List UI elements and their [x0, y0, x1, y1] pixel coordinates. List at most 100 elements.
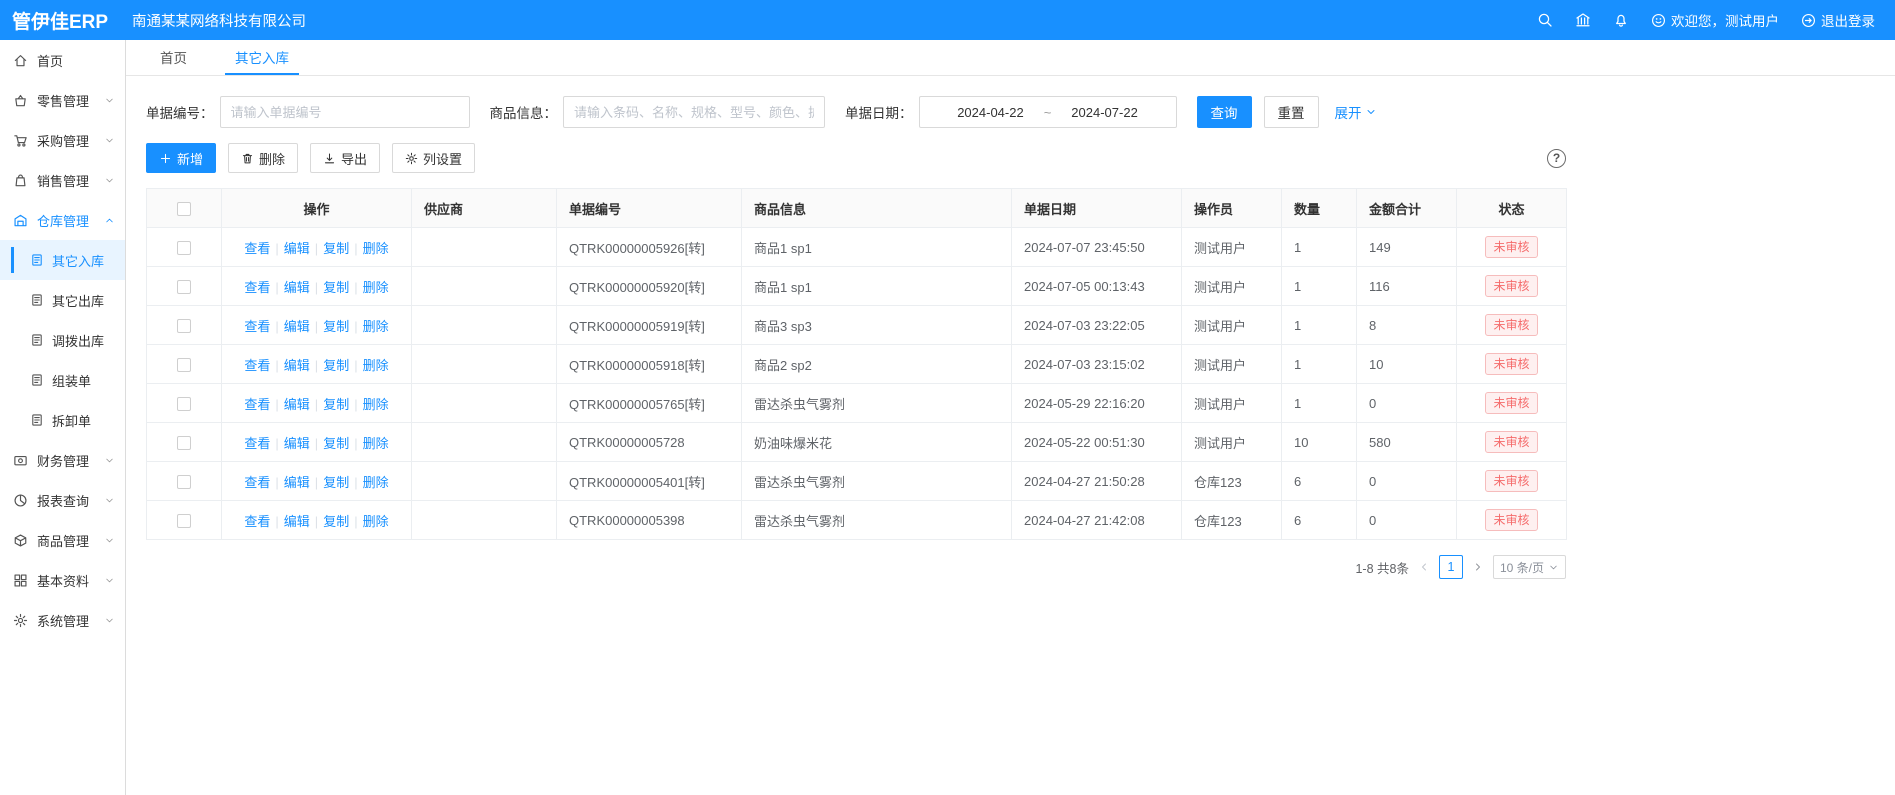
row-checkbox[interactable]: [177, 280, 191, 294]
sidebar-subitem-2[interactable]: 调拨出库: [0, 320, 125, 360]
tab-0[interactable]: 首页: [150, 40, 197, 75]
cell-qty: 6: [1282, 501, 1357, 540]
next-page-button[interactable]: [1472, 561, 1484, 573]
cell-qty: 1: [1282, 306, 1357, 345]
help-icon[interactable]: ?: [1547, 149, 1566, 168]
action-edit-link[interactable]: 编辑: [284, 475, 310, 490]
action-copy-link[interactable]: 复制: [323, 280, 349, 295]
action-copy-link[interactable]: 复制: [323, 514, 349, 529]
logout-button[interactable]: 退出登录: [1801, 10, 1875, 30]
sidebar-item-retail[interactable]: 零售管理: [0, 80, 125, 120]
chevron-down-icon: [104, 575, 115, 586]
doc-icon: [30, 413, 44, 427]
cell-amount: 149: [1357, 228, 1457, 267]
row-checkbox[interactable]: [177, 514, 191, 528]
export-button[interactable]: 导出: [310, 143, 380, 173]
action-copy-link[interactable]: 复制: [323, 436, 349, 451]
prev-page-button[interactable]: [1418, 561, 1430, 573]
action-view-link[interactable]: 查看: [244, 436, 270, 451]
row-checkbox[interactable]: [177, 397, 191, 411]
action-copy-link[interactable]: 复制: [323, 319, 349, 334]
doc-no-input[interactable]: [220, 96, 470, 128]
reset-button[interactable]: 重置: [1264, 96, 1319, 128]
page-size-value: 10 条/页: [1500, 559, 1544, 576]
cell-product: 奶油味爆米花: [742, 423, 1012, 462]
action-edit-link[interactable]: 编辑: [284, 514, 310, 529]
date-range-picker[interactable]: 2024-04-22 ~ 2024-07-22: [919, 96, 1177, 128]
action-delete-link[interactable]: 删除: [363, 436, 389, 451]
action-copy-link[interactable]: 复制: [323, 397, 349, 412]
bell-icon[interactable]: [1613, 12, 1629, 28]
date-start[interactable]: 2024-04-22: [957, 105, 1024, 120]
row-checkbox[interactable]: [177, 358, 191, 372]
date-end[interactable]: 2024-07-22: [1071, 105, 1138, 120]
action-copy-link[interactable]: 复制: [323, 475, 349, 490]
cell-amount: 8: [1357, 306, 1457, 345]
sidebar-item-sales[interactable]: 销售管理: [0, 160, 125, 200]
action-view-link[interactable]: 查看: [244, 319, 270, 334]
action-view-link[interactable]: 查看: [244, 475, 270, 490]
action-edit-link[interactable]: 编辑: [284, 319, 310, 334]
action-edit-link[interactable]: 编辑: [284, 358, 310, 373]
sidebar-subitem-1[interactable]: 其它出库: [0, 280, 125, 320]
sidebar-subitem-4[interactable]: 拆卸单: [0, 400, 125, 440]
sidebar-item-finance[interactable]: 财务管理: [0, 440, 125, 480]
action-edit-link[interactable]: 编辑: [284, 436, 310, 451]
search-button[interactable]: 查询: [1197, 96, 1252, 128]
action-delete-link[interactable]: 删除: [363, 319, 389, 334]
delete-button[interactable]: 删除: [228, 143, 298, 173]
sidebar-item-system[interactable]: 系统管理: [0, 600, 125, 640]
row-checkbox[interactable]: [177, 319, 191, 333]
tab-1[interactable]: 其它入库: [225, 40, 299, 75]
row-checkbox[interactable]: [177, 475, 191, 489]
add-button[interactable]: 新增: [146, 143, 216, 173]
action-delete-link[interactable]: 删除: [363, 475, 389, 490]
action-separator: |: [275, 436, 278, 451]
row-checkbox[interactable]: [177, 241, 191, 255]
action-edit-link[interactable]: 编辑: [284, 397, 310, 412]
column-header: 数量: [1282, 189, 1357, 228]
column-settings-button[interactable]: 列设置: [392, 143, 475, 173]
bank-icon[interactable]: [1575, 12, 1591, 28]
welcome-user[interactable]: 欢迎您，测试用户: [1651, 10, 1779, 30]
sidebar-item-basic[interactable]: 基本资料: [0, 560, 125, 600]
expand-link[interactable]: 展开: [1335, 102, 1377, 122]
sidebar-subitem-0[interactable]: 其它入库: [0, 240, 125, 280]
cell-product: 雷达杀虫气雾剂: [742, 462, 1012, 501]
action-delete-link[interactable]: 删除: [363, 358, 389, 373]
sidebar-item-product[interactable]: 商品管理: [0, 520, 125, 560]
cell-status: 未审核: [1457, 501, 1567, 540]
action-copy-link[interactable]: 复制: [323, 358, 349, 373]
cell-doc-no: QTRK00000005728: [557, 423, 742, 462]
page-size-select[interactable]: 10 条/页: [1493, 555, 1566, 579]
sidebar-item-label: 零售管理: [37, 91, 89, 110]
action-view-link[interactable]: 查看: [244, 397, 270, 412]
search-icon[interactable]: [1537, 12, 1553, 28]
sidebar-item-purchase[interactable]: 采购管理: [0, 120, 125, 160]
product-info-label: 商品信息：: [490, 102, 558, 122]
cell-operator: 测试用户: [1182, 345, 1282, 384]
sidebar-item-home[interactable]: 首页: [0, 40, 125, 80]
row-checkbox[interactable]: [177, 436, 191, 450]
product-info-input[interactable]: [563, 96, 825, 128]
action-copy-link[interactable]: 复制: [323, 241, 349, 256]
action-delete-link[interactable]: 删除: [363, 280, 389, 295]
current-page-button[interactable]: 1: [1439, 555, 1463, 579]
action-view-link[interactable]: 查看: [244, 514, 270, 529]
cell-date: 2024-07-05 00:13:43: [1012, 267, 1182, 306]
action-delete-link[interactable]: 删除: [363, 397, 389, 412]
action-view-link[interactable]: 查看: [244, 280, 270, 295]
sidebar-item-report[interactable]: 报表查询: [0, 480, 125, 520]
action-separator: |: [275, 319, 278, 334]
sidebar-subitem-3[interactable]: 组装单: [0, 360, 125, 400]
action-delete-link[interactable]: 删除: [363, 514, 389, 529]
action-view-link[interactable]: 查看: [244, 241, 270, 256]
select-all-checkbox[interactable]: [177, 202, 191, 216]
cell-supplier: [412, 501, 557, 540]
action-delete-link[interactable]: 删除: [363, 241, 389, 256]
action-edit-link[interactable]: 编辑: [284, 241, 310, 256]
action-view-link[interactable]: 查看: [244, 358, 270, 373]
action-edit-link[interactable]: 编辑: [284, 280, 310, 295]
sidebar-item-warehouse[interactable]: 仓库管理: [0, 200, 125, 240]
cell-operator: 测试用户: [1182, 267, 1282, 306]
